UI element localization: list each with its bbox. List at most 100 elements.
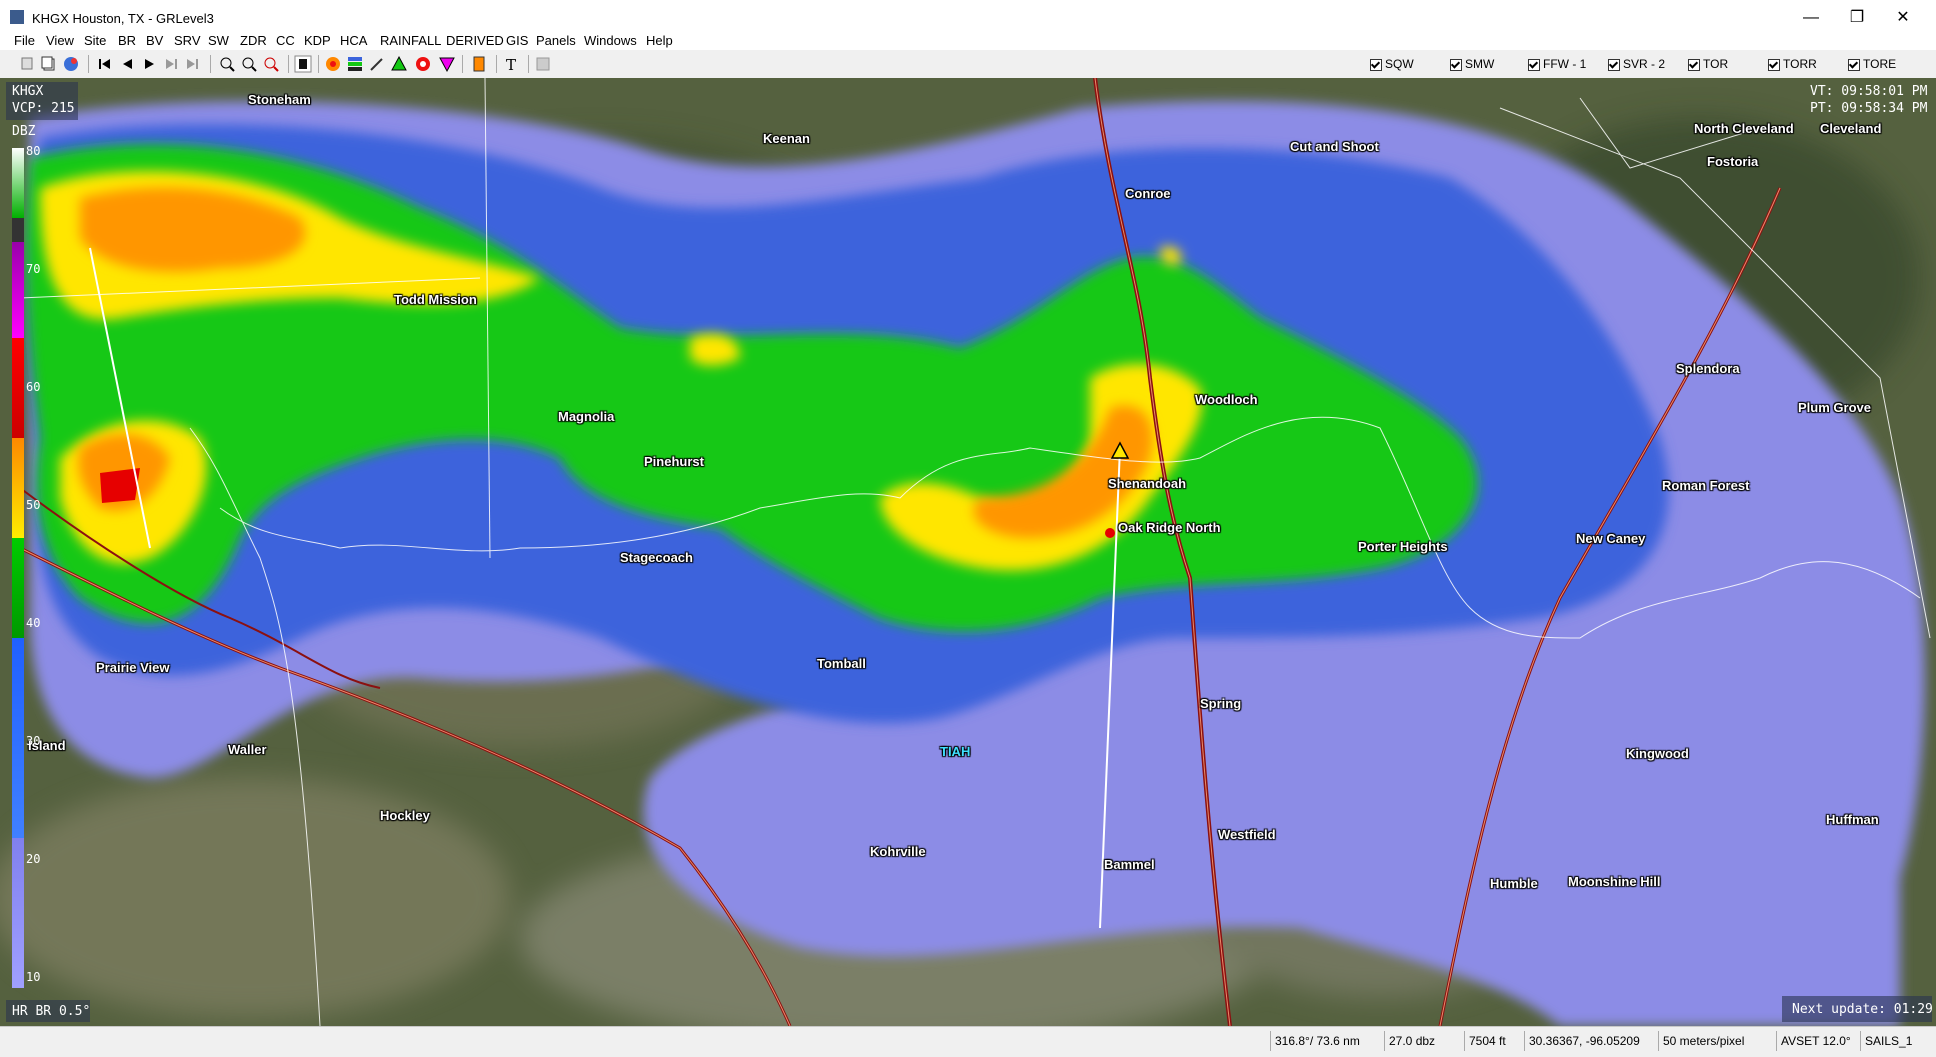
step-back-icon[interactable] xyxy=(118,55,136,73)
menu-br[interactable]: BR xyxy=(118,33,136,48)
status-height: 7504 ft xyxy=(1464,1031,1525,1051)
app-icon xyxy=(10,10,24,24)
play-icon[interactable] xyxy=(140,55,158,73)
toolbar-separator xyxy=(318,55,319,73)
city-label: Woodloch xyxy=(1195,392,1258,407)
menu-hca[interactable]: HCA xyxy=(340,33,367,48)
step-forward-icon[interactable] xyxy=(162,55,180,73)
menu-sw[interactable]: SW xyxy=(208,33,229,48)
checkbox-label: SVR - 2 xyxy=(1623,57,1666,71)
warning-toggle-sqw[interactable]: SQW xyxy=(1370,57,1414,71)
city-label: Pinehurst xyxy=(644,454,704,469)
city-label: Kohrville xyxy=(870,844,926,859)
menu-srv[interactable]: SRV xyxy=(174,33,201,48)
tool-pencil-icon[interactable] xyxy=(368,55,386,73)
menu-bar: File View Site BR BV SRV SW ZDR CC KDP H… xyxy=(0,30,1936,50)
menu-help[interactable]: Help xyxy=(646,33,673,48)
checkbox-checked-icon[interactable] xyxy=(1768,58,1780,71)
toolbar-separator xyxy=(88,55,89,73)
copy-icon[interactable] xyxy=(20,55,38,73)
legend-tick: 10 xyxy=(26,970,41,984)
legend-tick: 50 xyxy=(26,498,41,512)
menu-kdp[interactable]: KDP xyxy=(304,33,331,48)
city-label: Stoneham xyxy=(248,92,311,107)
checkbox-checked-icon[interactable] xyxy=(1848,58,1860,71)
warning-toggle-tor[interactable]: TOR xyxy=(1688,57,1728,71)
toolbar: T SQW SMW FFW - 1 SVR - 2 TOR TORR TORE xyxy=(0,50,1936,79)
status-value: 27.0 dbz xyxy=(1384,1031,1465,1051)
checkbox-label: TORE xyxy=(1863,57,1897,71)
reflectivity-core-red xyxy=(100,468,140,503)
product-time-label: PT: 09:58:34 PM xyxy=(1810,101,1928,116)
circle-marker-icon[interactable] xyxy=(414,55,432,73)
menu-windows[interactable]: Windows xyxy=(584,33,637,48)
toolbar-separator xyxy=(288,55,289,73)
city-label: Conroe xyxy=(1125,186,1171,201)
maximize-button[interactable]: ❐ xyxy=(1842,6,1872,30)
checkbox-checked-icon[interactable] xyxy=(1450,58,1462,71)
inverted-triangle-icon[interactable] xyxy=(438,55,456,73)
checkbox-checked-icon[interactable] xyxy=(1528,58,1540,71)
menu-cc[interactable]: CC xyxy=(276,33,295,48)
radar-icon[interactable] xyxy=(324,55,342,73)
color-table-icon[interactable] xyxy=(346,55,364,73)
checkbox-checked-icon[interactable] xyxy=(1370,58,1382,71)
zoom-reset-icon[interactable] xyxy=(262,55,280,73)
layer-icon[interactable] xyxy=(470,55,488,73)
warning-toggle-svr[interactable]: SVR - 2 xyxy=(1608,57,1665,71)
last-frame-icon[interactable] xyxy=(184,55,202,73)
menu-derived[interactable]: DERIVED xyxy=(446,33,504,48)
menu-bv[interactable]: BV xyxy=(146,33,163,48)
checkbox-label: TOR xyxy=(1703,57,1729,71)
background-toggle-icon[interactable] xyxy=(294,55,312,73)
city-label: New Caney xyxy=(1576,531,1646,546)
toolbar-separator xyxy=(528,55,529,73)
airport-label: TIAH xyxy=(940,744,971,759)
menu-view[interactable]: View xyxy=(46,33,74,48)
city-label: Kingwood xyxy=(1626,746,1689,761)
triangle-marker-icon[interactable] xyxy=(390,55,408,73)
globe-icon[interactable] xyxy=(62,55,80,73)
product-label: HR BR 0.5° xyxy=(12,1004,91,1019)
radar-site-label: KHGX xyxy=(12,84,44,99)
paste-icon[interactable] xyxy=(40,55,58,73)
city-label: North Cleveland xyxy=(1694,121,1794,136)
menu-site[interactable]: Site xyxy=(84,33,106,48)
color-scale-legend xyxy=(12,148,24,988)
warning-toggle-ffw[interactable]: FFW - 1 xyxy=(1528,57,1586,71)
next-update-label: Next update: 01:29 xyxy=(1792,1002,1933,1017)
city-label: Fostoria xyxy=(1707,154,1759,169)
status-coordinates: 30.36367, -96.05209 xyxy=(1524,1031,1659,1051)
square-tool-icon[interactable] xyxy=(534,55,552,73)
city-label: Tomball xyxy=(817,656,866,671)
city-label: Plum Grove xyxy=(1798,400,1871,415)
zoom-in-icon[interactable] xyxy=(218,55,236,73)
toolbar-separator xyxy=(462,55,463,73)
checkbox-checked-icon[interactable] xyxy=(1688,58,1700,71)
checkbox-label: SQW xyxy=(1385,57,1414,71)
city-label: Spring xyxy=(1200,696,1242,711)
menu-file[interactable]: File xyxy=(14,33,35,48)
menu-rainfall[interactable]: RAINFALL xyxy=(380,33,441,48)
city-label: Porter Heights xyxy=(1358,539,1448,554)
status-avset: AVSET 12.0° xyxy=(1776,1031,1861,1051)
menu-gis[interactable]: GIS xyxy=(506,33,528,48)
city-label: Keenan xyxy=(763,131,810,146)
first-frame-icon[interactable] xyxy=(96,55,114,73)
warning-toggle-tore[interactable]: TORE xyxy=(1848,57,1896,71)
text-tool-icon[interactable]: T xyxy=(502,55,520,73)
warning-toggle-torr[interactable]: TORR xyxy=(1768,57,1817,71)
menu-panels[interactable]: Panels xyxy=(536,33,576,48)
status-azimuth: 316.8°/ 73.6 nm xyxy=(1270,1031,1385,1051)
minimize-button[interactable]: — xyxy=(1796,6,1826,30)
window-title: KHGX Houston, TX - GRLevel3 xyxy=(32,11,214,26)
meso-marker-icon[interactable] xyxy=(1105,528,1115,538)
radar-map[interactable]: Stoneham Keenan Conroe Cut and Shoot Nor… xyxy=(0,78,1936,1026)
close-button[interactable]: ✕ xyxy=(1888,6,1918,30)
city-label: Roman Forest xyxy=(1662,478,1750,493)
menu-zdr[interactable]: ZDR xyxy=(240,33,267,48)
warning-toggle-smw[interactable]: SMW xyxy=(1450,57,1494,71)
valid-time-label: VT: 09:58:01 PM xyxy=(1810,84,1928,99)
checkbox-checked-icon[interactable] xyxy=(1608,58,1620,71)
zoom-out-icon[interactable] xyxy=(240,55,258,73)
